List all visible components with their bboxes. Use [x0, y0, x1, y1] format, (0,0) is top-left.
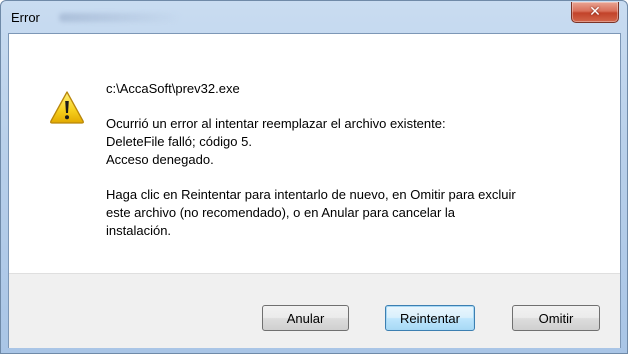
error-code-line: DeleteFile falló; código 5.: [106, 134, 252, 149]
help-text-line: este archivo (no recomendado), o en Anul…: [106, 205, 456, 220]
button-bar: Anular Reintentar Omitir: [9, 273, 620, 348]
access-denied-line: Acceso denegado.: [106, 152, 214, 167]
window-title: Error: [11, 10, 40, 25]
help-text-line: instalación.: [106, 223, 172, 238]
title-bar-blurred-area: [59, 13, 179, 22]
ignore-button[interactable]: Omitir: [512, 305, 600, 331]
help-text-line: Haga clic en Reintentar para intentarlo …: [106, 187, 516, 202]
title-bar[interactable]: Error ✕: [1, 1, 627, 33]
warning-icon: [50, 91, 84, 124]
abort-button[interactable]: Anular: [262, 305, 349, 331]
error-message-line: Ocurrió un error al intentar reemplazar …: [106, 116, 446, 131]
close-icon: ✕: [589, 3, 601, 19]
close-button[interactable]: ✕: [571, 2, 619, 23]
message-area: c:\AccaSoft\prev32.exe Ocurrió un error …: [9, 34, 620, 273]
error-dialog: Error ✕ c:\AccaSoft\prev32.exe Ocurrió u…: [0, 0, 628, 354]
dialog-client-area: c:\AccaSoft\prev32.exe Ocurrió un error …: [8, 33, 621, 348]
retry-button[interactable]: Reintentar: [385, 305, 475, 331]
file-path-text: c:\AccaSoft\prev32.exe: [106, 81, 240, 96]
